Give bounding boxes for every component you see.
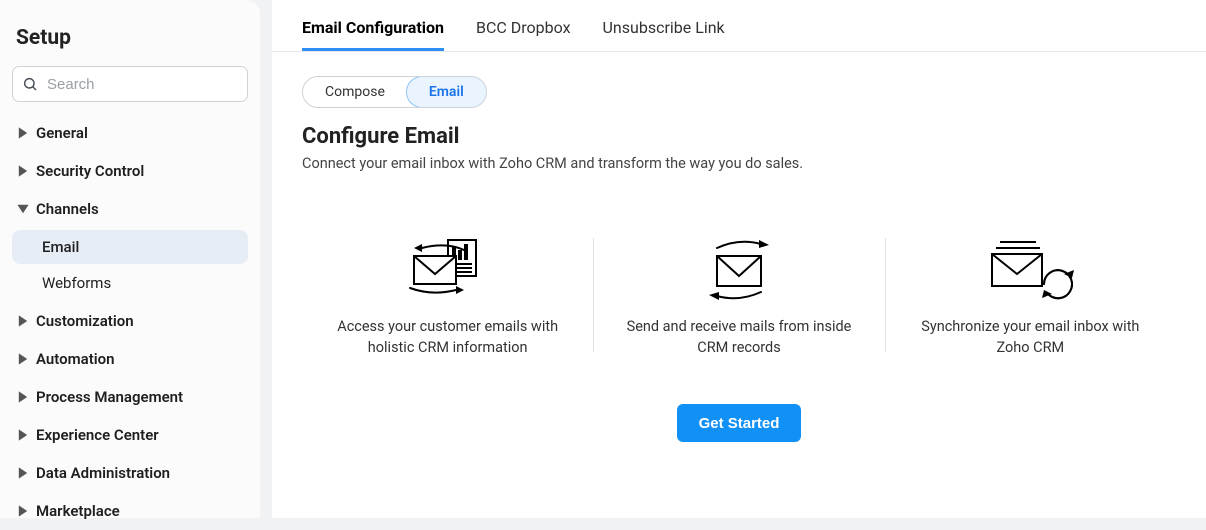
- search-input[interactable]: [12, 66, 248, 102]
- tab-email-configuration[interactable]: Email Configuration: [302, 18, 444, 51]
- caret-right-icon: [16, 390, 30, 404]
- caret-right-icon: [16, 352, 30, 366]
- sidebar-item-label: Automation: [36, 350, 115, 368]
- setup-sidebar: Setup General Security Control Channels …: [0, 0, 260, 518]
- sidebar-item-channels[interactable]: Channels: [12, 190, 248, 228]
- sidebar-item-automation[interactable]: Automation: [12, 340, 248, 378]
- cta-wrap: Get Started: [302, 404, 1176, 442]
- sidebar-subitem-webforms[interactable]: Webforms: [12, 266, 248, 300]
- sidebar-item-label: General: [36, 124, 88, 142]
- feature-text: Synchronize your email inbox with Zoho C…: [915, 316, 1146, 358]
- pill-label: Compose: [325, 84, 385, 100]
- feature-access: Access your customer emails with holisti…: [302, 232, 593, 358]
- sidebar-item-general[interactable]: General: [12, 114, 248, 152]
- sidebar-item-label: Process Management: [36, 388, 183, 406]
- get-started-button[interactable]: Get Started: [677, 404, 802, 442]
- pill-label: Email: [429, 84, 464, 100]
- feature-text: Send and receive mails from inside CRM r…: [623, 316, 854, 358]
- pill-email[interactable]: Email: [406, 76, 487, 108]
- feature-text: Access your customer emails with holisti…: [332, 316, 563, 358]
- sidebar-item-label: Customization: [36, 312, 134, 330]
- sidebar-title: Setup: [12, 16, 248, 66]
- caret-down-icon: [16, 202, 30, 216]
- section-description: Connect your email inbox with Zoho CRM a…: [302, 155, 1176, 172]
- email-doc-sync-icon: [332, 232, 563, 306]
- caret-right-icon: [16, 126, 30, 140]
- cta-label: Get Started: [699, 415, 780, 432]
- email-send-receive-icon: [623, 232, 854, 306]
- sidebar-item-data-administration[interactable]: Data Administration: [12, 454, 248, 492]
- sidebar-item-label: Channels: [36, 200, 99, 218]
- email-stack-sync-icon: [915, 232, 1146, 306]
- sidebar-item-label: Marketplace: [36, 502, 120, 520]
- features-row: Access your customer emails with holisti…: [302, 232, 1176, 358]
- caret-right-icon: [16, 504, 30, 518]
- tab-unsubscribe-link[interactable]: Unsubscribe Link: [603, 18, 725, 51]
- tab-label: Unsubscribe Link: [603, 18, 725, 37]
- sidebar-nav: General Security Control Channels Email …: [12, 114, 248, 530]
- sidebar-item-label: Security Control: [36, 162, 144, 180]
- sidebar-item-label: Experience Center: [36, 426, 159, 444]
- content-area: Compose Email Configure Email Connect yo…: [272, 52, 1206, 442]
- sidebar-item-process-management[interactable]: Process Management: [12, 378, 248, 416]
- main-panel: Email Configuration BCC Dropbox Unsubscr…: [272, 0, 1206, 518]
- search-wrap: [12, 66, 248, 102]
- mode-pills: Compose Email: [302, 76, 487, 108]
- sidebar-subitem-email[interactable]: Email: [12, 230, 248, 264]
- tab-label: Email Configuration: [302, 18, 444, 37]
- tab-label: BCC Dropbox: [476, 18, 571, 37]
- feature-sync: Synchronize your email inbox with Zoho C…: [885, 232, 1176, 358]
- sidebar-item-marketplace[interactable]: Marketplace: [12, 492, 248, 530]
- tab-bcc-dropbox[interactable]: BCC Dropbox: [476, 18, 571, 51]
- caret-right-icon: [16, 466, 30, 480]
- search-icon: [22, 76, 38, 92]
- top-tabs: Email Configuration BCC Dropbox Unsubscr…: [272, 0, 1206, 52]
- caret-right-icon: [16, 314, 30, 328]
- sidebar-item-label: Data Administration: [36, 464, 170, 482]
- caret-right-icon: [16, 164, 30, 178]
- sidebar-subitem-label: Email: [42, 238, 79, 256]
- sidebar-item-security-control[interactable]: Security Control: [12, 152, 248, 190]
- sidebar-item-customization[interactable]: Customization: [12, 302, 248, 340]
- channels-subitems: Email Webforms: [12, 230, 248, 300]
- caret-right-icon: [16, 428, 30, 442]
- sidebar-subitem-label: Webforms: [42, 274, 111, 292]
- section-title: Configure Email: [302, 124, 1176, 149]
- pill-compose[interactable]: Compose: [303, 77, 407, 107]
- feature-send-receive: Send and receive mails from inside CRM r…: [593, 232, 884, 358]
- sidebar-item-experience-center[interactable]: Experience Center: [12, 416, 248, 454]
